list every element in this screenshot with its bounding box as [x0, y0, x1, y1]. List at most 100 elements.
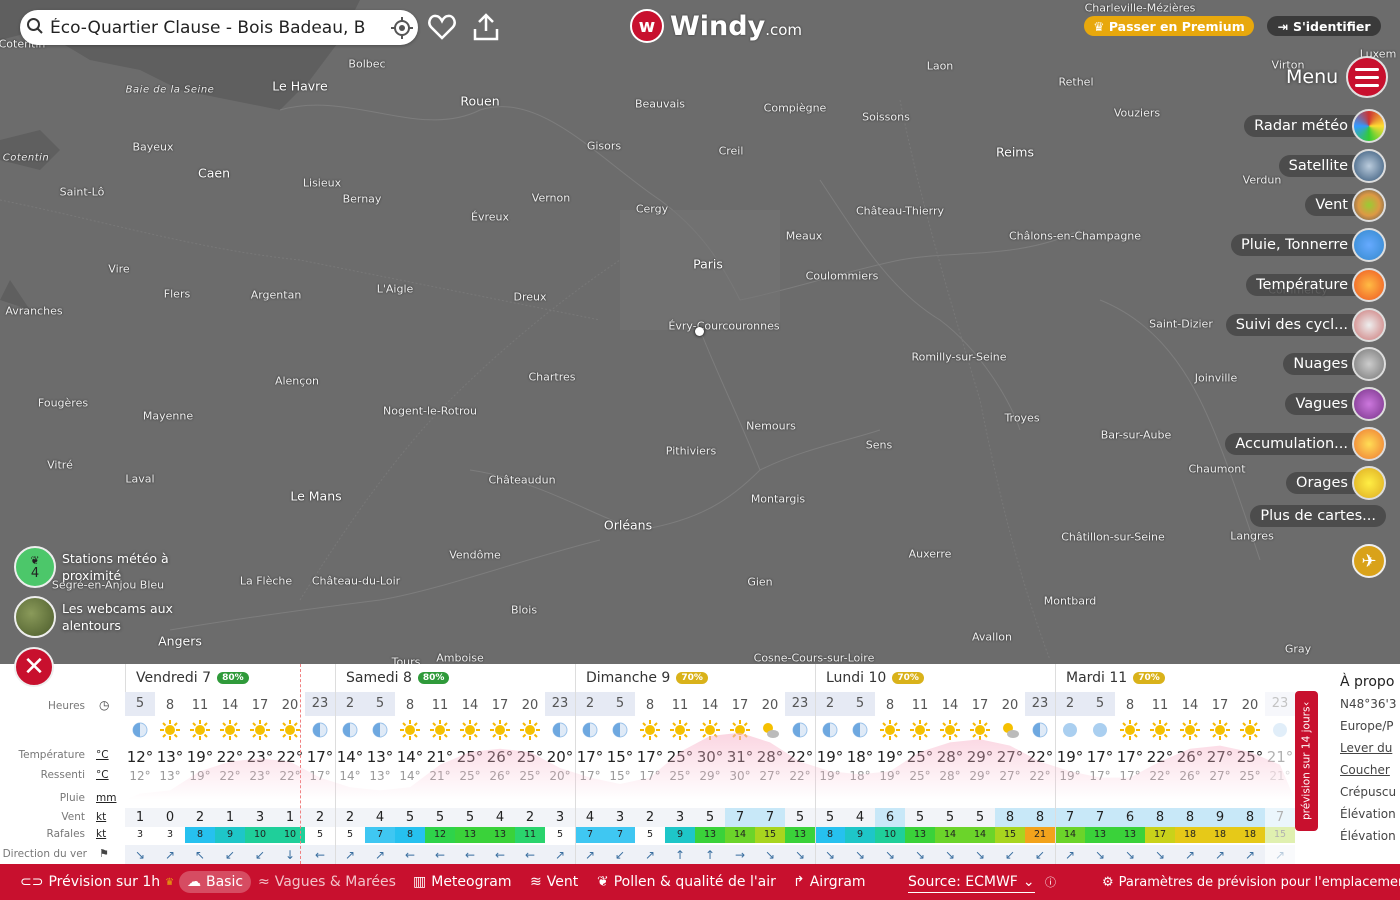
layer-waves-layer[interactable]: Vagues [1285, 386, 1386, 421]
cyclone-icon [1352, 307, 1386, 342]
info-icon[interactable]: ⓘ [1045, 871, 1056, 893]
windy-logo[interactable]: w Windy.com [630, 9, 802, 43]
forecast-column[interactable]: 17 31° 30° 7 14 → [725, 692, 755, 864]
forecast-14-days-tab[interactable]: prévision sur 14 jours ‹ [1295, 691, 1318, 831]
forecast-column[interactable]: 11 25° 25° 5 13 ↘ [905, 692, 935, 864]
forecast-column[interactable]: 11 19° 19° 2 8 ↖ [185, 692, 215, 864]
city-label: Laval [125, 472, 155, 486]
feels-like-value: 29° [969, 769, 991, 783]
forecast-column[interactable]: 11 22° 22° 8 17 ↘ [1145, 692, 1175, 864]
search-bar[interactable] [20, 10, 418, 45]
forecast-column[interactable]: 14 30° 29° 5 13 ↑ [695, 692, 725, 864]
forecast-column[interactable]: 5 12° 12° 1 3 ↘ [125, 692, 155, 864]
day-header[interactable]: Lundi 10 70% [815, 664, 1055, 692]
forecast-column[interactable]: 8 17° 17° 6 13 ↘ [1115, 692, 1145, 864]
forecast-column[interactable]: 23 22° 22° 5 13 ↘ [785, 692, 815, 864]
forecast-column[interactable]: 17 29° 29° 5 14 ↘ [965, 692, 995, 864]
forecast-column[interactable]: 2 19° 19° 7 14 ↗ [1055, 692, 1085, 864]
share-icon[interactable] [469, 10, 503, 44]
temperature-value: 25° [906, 748, 934, 766]
wind-value: 5 [405, 810, 415, 825]
tab-wind[interactable]: ≋ Vent [530, 871, 578, 893]
rain-unit[interactable]: mm [96, 792, 116, 804]
forecast-1h-button[interactable]: ⊂⊃ Prévision sur 1h ♛ [20, 871, 174, 893]
login-button[interactable]: ⇥ S'identifier [1267, 16, 1381, 36]
logo-suffix: .com [765, 20, 802, 39]
forecast-column[interactable]: 8 19° 19° 6 10 ↘ [875, 692, 905, 864]
forecast-column[interactable]: 23 17° 17° 2 5 ← [305, 692, 335, 864]
forecast-column[interactable]: 11 25° 25° 3 9 ↑ [665, 692, 695, 864]
forecast-column[interactable]: 8 13° 13° 0 3 ↗ [155, 692, 185, 864]
layer-temperature[interactable]: Température [1246, 267, 1386, 302]
tab-meteogram[interactable]: ▥ Meteogram [413, 871, 511, 893]
forecast-column[interactable]: 5 18° 18° 4 9 ↘ [845, 692, 875, 864]
wind-value: 8 [1185, 810, 1195, 825]
forecast-column[interactable]: 23 22° 22° 8 21 ↙ [1025, 692, 1055, 864]
forecast-column[interactable]: 17 27° 27° 9 18 ↗ [1205, 692, 1235, 864]
wind-value: 5 [945, 810, 955, 825]
close-forecast-button[interactable]: ✕ [14, 647, 54, 687]
forecast-column[interactable]: 20 27° 27° 8 15 ↙ [995, 692, 1025, 864]
forecast-column[interactable]: 5 13° 13° 4 7 ↗ [365, 692, 395, 864]
day-header[interactable]: Dimanche 9 70% [575, 664, 815, 692]
forecast-column[interactable]: 23 21° 21° 7 15 ↗ [1265, 692, 1295, 864]
forecast-column[interactable]: 14 22° 22° 1 9 ↙ [215, 692, 245, 864]
forecast-column[interactable]: 14 28° 28° 5 14 ↘ [935, 692, 965, 864]
layer-thunderstorm[interactable]: Orages [1286, 466, 1386, 501]
forecast-column[interactable]: 17 26° 26° 4 13 ← [485, 692, 515, 864]
forecast-column[interactable]: 11 21° 21° 5 12 ← [425, 692, 455, 864]
hour-label: 8 [645, 698, 655, 713]
forecast-column[interactable]: 17 23° 23° 3 10 ↙ [245, 692, 275, 864]
forecast-column[interactable]: 20 28° 27° 7 15 ↘ [755, 692, 785, 864]
forecast-column[interactable]: 2 14° 14° 2 5 ↗ [335, 692, 365, 864]
menu-button[interactable]: Menu [1286, 56, 1389, 98]
layer-clouds[interactable]: Nuages [1283, 347, 1386, 382]
source-select[interactable]: Source: ECMWF ⌄ [908, 871, 1035, 893]
wind-unit[interactable]: kt [96, 811, 106, 823]
settings-button[interactable]: ⚙ Paramètres de prévision pour l'emplacem… [1102, 871, 1400, 893]
gust-value: 14 [725, 827, 755, 843]
gusts-unit[interactable]: kt [96, 828, 106, 840]
day-header[interactable]: Vendredi 7 80% [125, 664, 335, 692]
forecast-column[interactable]: 20 25° 25° 8 18 ↗ [1235, 692, 1265, 864]
forecast-column[interactable]: 20 25° 25° 2 11 ← [515, 692, 545, 864]
forecast-column[interactable]: 8 17° 17° 2 5 ↗ [635, 692, 665, 864]
forecast-column[interactable]: 14 25° 25° 5 13 ← [455, 692, 485, 864]
day-header[interactable]: Samedi 8 80% [335, 664, 575, 692]
layer-accumulation[interactable]: Accumulation... [1225, 426, 1386, 461]
weather-map[interactable]: Cotentin Bolbec Baie de la Seine Le Havre Ro… [0, 0, 1400, 669]
feels-unit[interactable]: °C [96, 769, 109, 781]
tab-pollen-label: Pollen & qualité de l'air [613, 874, 776, 890]
layer-satellite[interactable]: Satellite [1278, 148, 1386, 183]
heart-icon[interactable] [425, 10, 459, 44]
forecast-column[interactable]: 2 17° 17° 4 7 ↗ [575, 692, 605, 864]
forecast-column[interactable]: 5 17° 17° 7 13 ↘ [1085, 692, 1115, 864]
tab-pollen[interactable]: ❦ Pollen & qualité de l'air [597, 871, 776, 893]
forecast-column[interactable]: 5 15° 15° 3 7 ↙ [605, 692, 635, 864]
forecast-column[interactable]: 8 14° 14° 5 8 ← [395, 692, 425, 864]
webcams-widget[interactable]: Les webcams aux alentours [14, 596, 182, 638]
more-maps-button[interactable]: Plus de cartes... [1250, 505, 1386, 527]
premium-button[interactable]: ♛ Passer en Premium [1084, 16, 1254, 36]
layer-wind-layer[interactable]: Vent [1305, 188, 1386, 223]
tab-waves[interactable]: ≈ Vagues & Marées [258, 871, 396, 893]
airport-icon[interactable]: ✈ [1352, 544, 1386, 578]
forecast-column[interactable]: 23 20° 20° 3 5 ↗ [545, 692, 575, 864]
tab-airgram[interactable]: ↱ Airgram [793, 871, 866, 893]
probability-badge: 80% [417, 672, 450, 684]
about-sunrise[interactable]: Lever du [1340, 737, 1400, 759]
locate-icon[interactable] [386, 12, 418, 44]
stations-widget[interactable]: ❦ 4 Stations météo à proximité [14, 546, 182, 588]
layer-radar[interactable]: Radar météo [1244, 109, 1386, 143]
temp-unit[interactable]: °C [96, 749, 109, 761]
search-input[interactable] [50, 17, 386, 38]
city-label: Mayenne [142, 409, 194, 423]
day-header[interactable]: Mardi 11 70% [1055, 664, 1295, 692]
tab-basic[interactable]: ☁ Basic [179, 871, 252, 893]
location-marker[interactable] [695, 327, 704, 336]
about-sunset[interactable]: Coucher [1340, 759, 1400, 781]
forecast-column[interactable]: 2 19° 19° 5 8 ↘ [815, 692, 845, 864]
layer-cyclone[interactable]: Suivi des cycl... [1225, 307, 1386, 342]
forecast-column[interactable]: 14 26° 26° 8 18 ↗ [1175, 692, 1205, 864]
layer-rain[interactable]: Pluie, Tonnerre [1231, 228, 1386, 263]
